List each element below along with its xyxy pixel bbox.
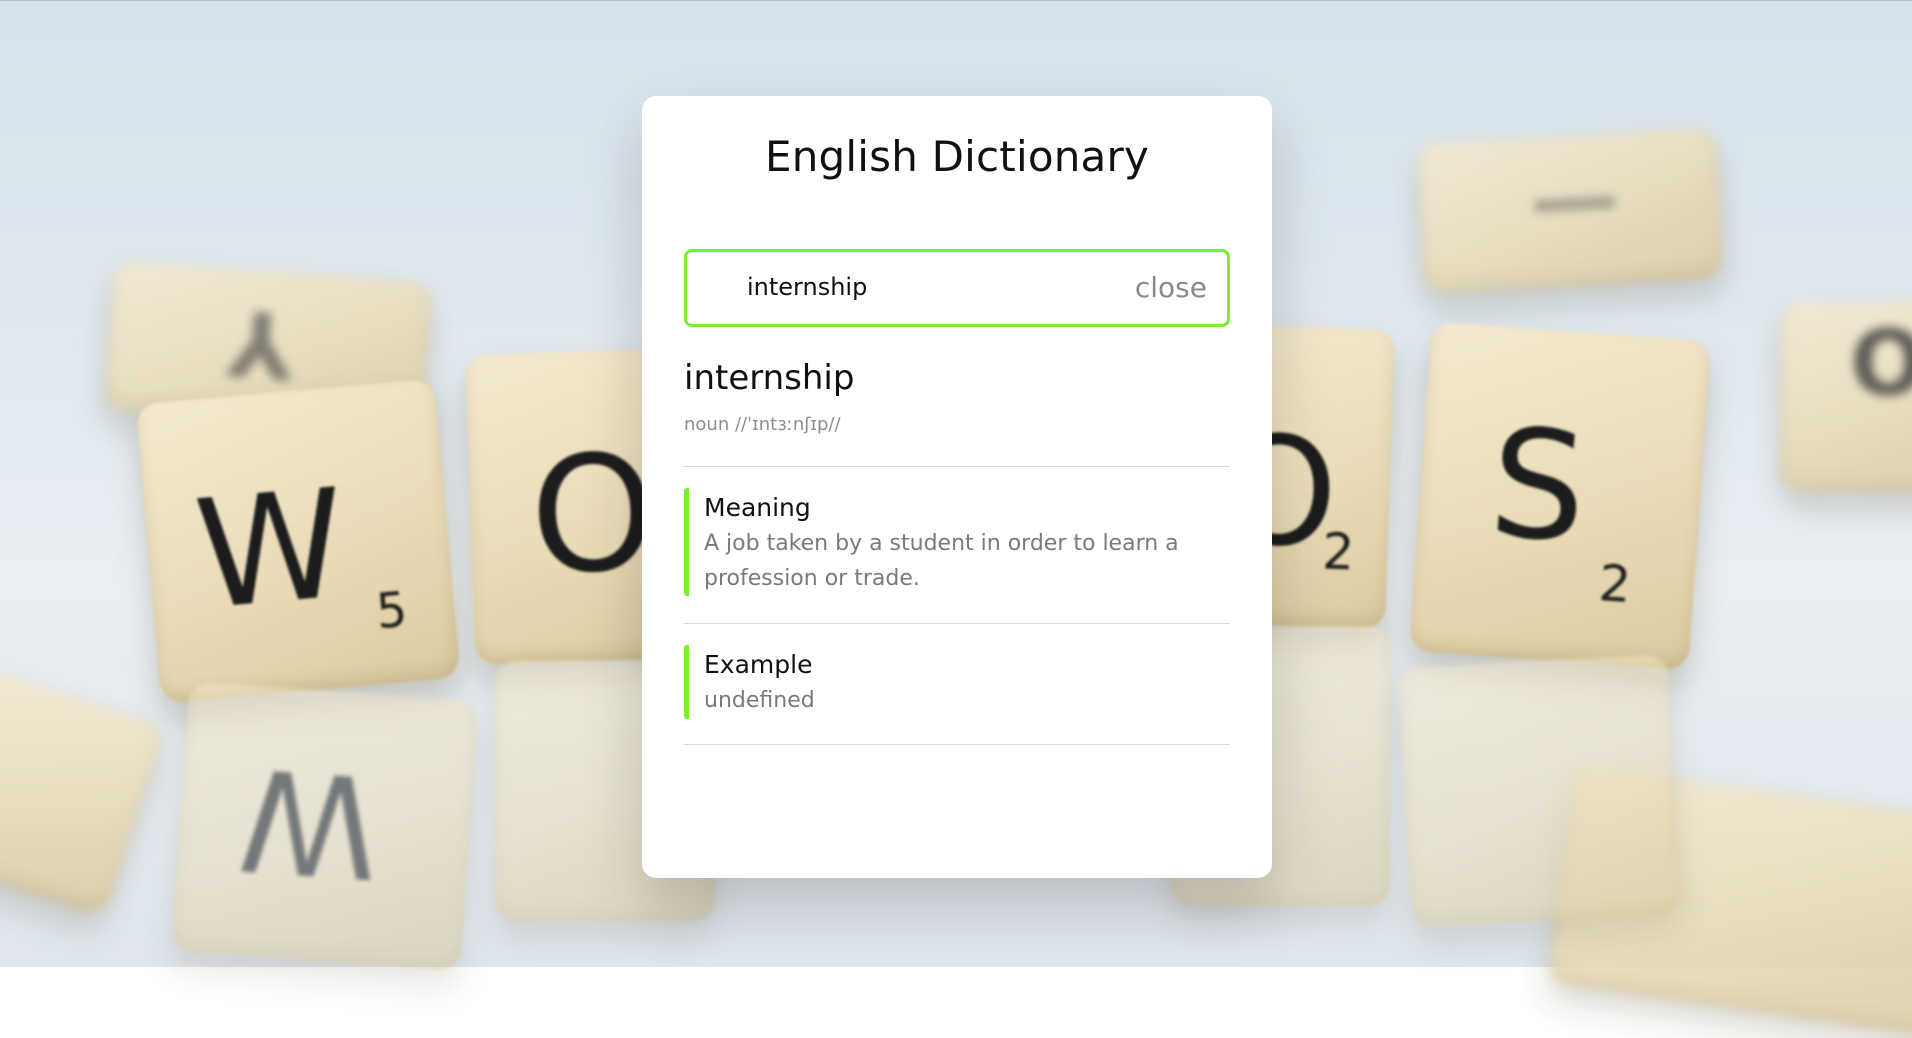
tile-letter: W (189, 457, 353, 644)
divider (684, 744, 1230, 745)
example-heading: Example (704, 650, 813, 679)
background-tile-s: S 2 (1408, 321, 1712, 671)
tile-letter: S (1484, 396, 1592, 577)
divider (684, 623, 1230, 624)
tile-letter: Y (224, 288, 297, 398)
background-tile (0, 664, 167, 918)
page-title: English Dictionary (764, 132, 1150, 181)
tile-letter: O (1850, 311, 1912, 416)
example-text: undefined (704, 688, 815, 713)
background-tile: O (1780, 301, 1912, 491)
tile-letter: — (1526, 143, 1623, 254)
example-section: Example undefined (684, 645, 1230, 719)
divider (684, 466, 1230, 467)
result-phonetic: noun //ˈɪntɜːnʃɪp// (684, 414, 841, 435)
meaning-heading: Meaning (704, 493, 811, 522)
close-button[interactable]: close (1135, 271, 1207, 304)
dictionary-card: English Dictionary close internship noun… (642, 96, 1272, 878)
background-tile-reflection: W (170, 681, 480, 971)
tile-letter-reflection: W (234, 735, 385, 908)
tile-score: 2 (1597, 554, 1633, 615)
search-input[interactable] (747, 267, 1087, 307)
meaning-section: Meaning A job taken by a student in orde… (684, 488, 1230, 596)
meaning-text: A job taken by a student in order to lea… (704, 531, 1179, 591)
tile-score: 2 (1321, 522, 1356, 582)
tile-score: 5 (374, 581, 410, 641)
background-tile-reflection (1398, 654, 1682, 928)
search-box[interactable]: close (684, 249, 1230, 327)
tile-letter: O (527, 418, 660, 611)
result-word: internship (684, 358, 855, 398)
background-tile: — (1416, 128, 1724, 294)
background-tile-w: W 5 (135, 378, 461, 704)
